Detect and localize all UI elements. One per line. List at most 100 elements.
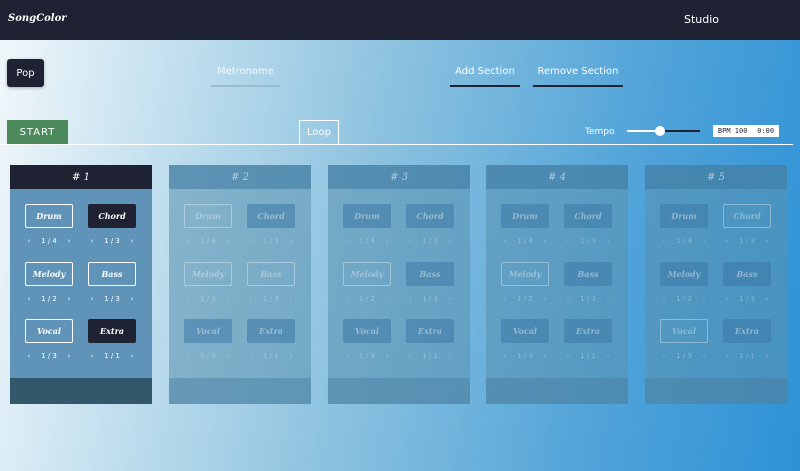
- chevron-right-icon[interactable]: ›: [287, 352, 295, 360]
- chevron-left-icon[interactable]: ‹: [247, 352, 255, 360]
- instrument-button-extra[interactable]: Extra: [723, 319, 771, 343]
- tempo-slider-thumb[interactable]: [654, 126, 665, 136]
- chevron-left-icon[interactable]: ‹: [723, 237, 731, 245]
- chevron-left-icon[interactable]: ‹: [343, 352, 351, 360]
- chevron-left-icon[interactable]: ‹: [501, 295, 509, 303]
- chevron-left-icon[interactable]: ‹: [184, 352, 192, 360]
- chevron-right-icon[interactable]: ›: [224, 295, 232, 303]
- instrument-button-vocal[interactable]: Vocal: [660, 319, 708, 343]
- instrument-button-vocal[interactable]: Vocal: [343, 319, 391, 343]
- chevron-right-icon[interactable]: ›: [763, 352, 771, 360]
- instrument-button-vocal[interactable]: Vocal: [25, 319, 73, 343]
- instrument-button-extra[interactable]: Extra: [247, 319, 295, 343]
- chevron-right-icon[interactable]: ›: [604, 352, 612, 360]
- instrument-button-vocal[interactable]: Vocal: [501, 319, 549, 343]
- chevron-right-icon[interactable]: ›: [65, 237, 73, 245]
- instrument-button-melody[interactable]: Melody: [501, 262, 549, 286]
- instrument-button-bass[interactable]: Bass: [247, 262, 295, 286]
- chevron-right-icon[interactable]: ›: [541, 352, 549, 360]
- chevron-left-icon[interactable]: ‹: [88, 352, 96, 360]
- chevron-left-icon[interactable]: ‹: [184, 237, 192, 245]
- chevron-left-icon[interactable]: ‹: [723, 352, 731, 360]
- chevron-left-icon[interactable]: ‹: [406, 295, 414, 303]
- instrument-button-bass[interactable]: Bass: [88, 262, 136, 286]
- instrument-button-drum[interactable]: Drum: [343, 204, 391, 228]
- tempo-slider[interactable]: [627, 126, 700, 136]
- instrument-button-chord[interactable]: Chord: [88, 204, 136, 228]
- instrument-button-chord[interactable]: Chord: [406, 204, 454, 228]
- instrument-button-chord[interactable]: Chord: [723, 204, 771, 228]
- chevron-right-icon[interactable]: ›: [541, 237, 549, 245]
- chevron-left-icon[interactable]: ‹: [25, 295, 33, 303]
- section-card-2[interactable]: # 2 Drum ‹ 1 / 4 › Chord ‹ 1 / 3 › Melody ‹ 1 / 2 › B…: [169, 165, 311, 404]
- chevron-left-icon[interactable]: ‹: [247, 237, 255, 245]
- chevron-right-icon[interactable]: ›: [128, 352, 136, 360]
- metronome-button[interactable]: Metronome: [211, 66, 280, 87]
- chevron-left-icon[interactable]: ‹: [88, 295, 96, 303]
- chevron-right-icon[interactable]: ›: [700, 237, 708, 245]
- instrument-button-drum[interactable]: Drum: [660, 204, 708, 228]
- chevron-left-icon[interactable]: ‹: [406, 352, 414, 360]
- chevron-left-icon[interactable]: ‹: [247, 295, 255, 303]
- chevron-right-icon[interactable]: ›: [700, 295, 708, 303]
- remove-section-button[interactable]: Remove Section: [533, 66, 623, 87]
- chevron-left-icon[interactable]: ‹: [501, 352, 509, 360]
- section-card-3[interactable]: # 3 Drum ‹ 1 / 4 › Chord ‹ 1 / 3 › Melody ‹ 1 / 2 › B…: [328, 165, 470, 404]
- chevron-right-icon[interactable]: ›: [65, 352, 73, 360]
- section-card-4[interactable]: # 4 Drum ‹ 1 / 4 › Chord ‹ 1 / 3 › Melody ‹ 1 / 2 › B…: [486, 165, 628, 404]
- chevron-left-icon[interactable]: ‹: [660, 295, 668, 303]
- instrument-button-drum[interactable]: Drum: [25, 204, 73, 228]
- chevron-left-icon[interactable]: ‹: [564, 295, 572, 303]
- chevron-left-icon[interactable]: ‹: [723, 295, 731, 303]
- chevron-left-icon[interactable]: ‹: [564, 352, 572, 360]
- chevron-left-icon[interactable]: ‹: [25, 352, 33, 360]
- start-button[interactable]: START: [7, 120, 68, 144]
- instrument-button-melody[interactable]: Melody: [660, 262, 708, 286]
- instrument-button-melody[interactable]: Melody: [184, 262, 232, 286]
- chevron-right-icon[interactable]: ›: [383, 295, 391, 303]
- chevron-left-icon[interactable]: ‹: [343, 237, 351, 245]
- chevron-right-icon[interactable]: ›: [128, 237, 136, 245]
- instrument-button-drum[interactable]: Drum: [501, 204, 549, 228]
- instrument-button-extra[interactable]: Extra: [564, 319, 612, 343]
- chevron-right-icon[interactable]: ›: [446, 352, 454, 360]
- genre-button[interactable]: Pop: [7, 59, 44, 87]
- instrument-button-extra[interactable]: Extra: [88, 319, 136, 343]
- section-card-5[interactable]: # 5 Drum ‹ 1 / 4 › Chord ‹ 1 / 3 › Melody ‹ 1 / 2 › B…: [645, 165, 787, 404]
- instrument-button-bass[interactable]: Bass: [564, 262, 612, 286]
- instrument-button-drum[interactable]: Drum: [184, 204, 232, 228]
- chevron-right-icon[interactable]: ›: [224, 352, 232, 360]
- loop-toggle[interactable]: Loop: [299, 120, 339, 144]
- chevron-right-icon[interactable]: ›: [604, 237, 612, 245]
- instrument-button-chord[interactable]: Chord: [247, 204, 295, 228]
- chevron-left-icon[interactable]: ‹: [660, 352, 668, 360]
- chevron-left-icon[interactable]: ‹: [660, 237, 668, 245]
- instrument-button-bass[interactable]: Bass: [406, 262, 454, 286]
- nav-studio-link[interactable]: Studio: [684, 13, 719, 26]
- chevron-right-icon[interactable]: ›: [446, 237, 454, 245]
- instrument-button-bass[interactable]: Bass: [723, 262, 771, 286]
- chevron-right-icon[interactable]: ›: [287, 295, 295, 303]
- chevron-right-icon[interactable]: ›: [446, 295, 454, 303]
- brand-logo[interactable]: SongColor: [8, 13, 67, 24]
- instrument-button-melody[interactable]: Melody: [25, 262, 73, 286]
- instrument-button-vocal[interactable]: Vocal: [184, 319, 232, 343]
- chevron-left-icon[interactable]: ‹: [343, 295, 351, 303]
- chevron-left-icon[interactable]: ‹: [25, 237, 33, 245]
- chevron-right-icon[interactable]: ›: [763, 237, 771, 245]
- chevron-right-icon[interactable]: ›: [128, 295, 136, 303]
- section-card-1[interactable]: # 1 Drum ‹ 1 / 4 › Chord ‹ 1 / 3 › Melody ‹ 1 / 2 › B…: [10, 165, 152, 404]
- chevron-right-icon[interactable]: ›: [383, 352, 391, 360]
- instrument-button-melody[interactable]: Melody: [343, 262, 391, 286]
- chevron-right-icon[interactable]: ›: [541, 295, 549, 303]
- chevron-right-icon[interactable]: ›: [604, 295, 612, 303]
- chevron-left-icon[interactable]: ‹: [88, 237, 96, 245]
- instrument-button-extra[interactable]: Extra: [406, 319, 454, 343]
- chevron-right-icon[interactable]: ›: [224, 237, 232, 245]
- instrument-button-chord[interactable]: Chord: [564, 204, 612, 228]
- chevron-left-icon[interactable]: ‹: [564, 237, 572, 245]
- chevron-left-icon[interactable]: ‹: [501, 237, 509, 245]
- chevron-left-icon[interactable]: ‹: [406, 237, 414, 245]
- chevron-right-icon[interactable]: ›: [65, 295, 73, 303]
- chevron-right-icon[interactable]: ›: [700, 352, 708, 360]
